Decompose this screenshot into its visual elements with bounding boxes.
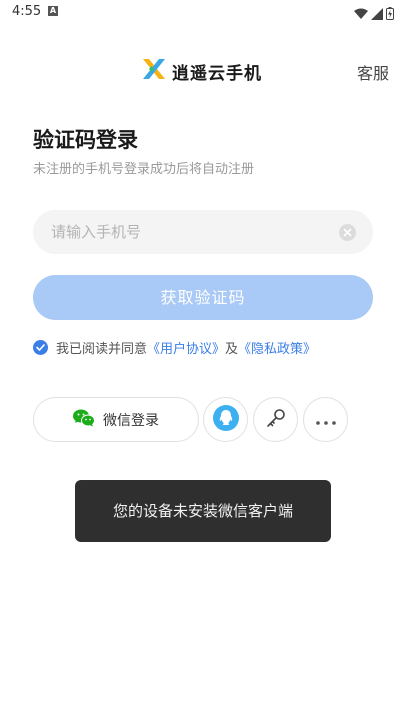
phone-input-container [33, 210, 373, 254]
password-login-button[interactable] [253, 397, 298, 442]
qq-icon [212, 404, 239, 435]
wechat-login-label: 微信登录 [103, 412, 159, 429]
user-agreement-link[interactable]: 《用户协议》 [147, 338, 225, 357]
status-icons [354, 5, 394, 24]
privacy-policy-link[interactable]: 《隐私政策》 [238, 338, 316, 357]
login-screen: 4:55 A 逍遥云手机 客服 验证码登录 未注册的手机号登录成功后将自动注册 … [0, 0, 406, 723]
app-name: 逍遥云手机 [172, 63, 262, 84]
brand: 逍遥云手机 [142, 58, 262, 84]
key-icon [265, 407, 287, 433]
get-code-button[interactable]: 获取验证码 [33, 275, 373, 320]
more-login-options-button[interactable] [303, 397, 348, 442]
page-title: 验证码登录 [33, 128, 138, 152]
signal-icon [371, 5, 383, 24]
wechat-login-button[interactable]: 微信登录 [33, 397, 199, 442]
x-logo-icon [142, 58, 166, 84]
toast-message: 您的设备未安装微信客户端 [75, 480, 331, 542]
agreement-and: 及 [225, 342, 239, 357]
agreement-prefix: 我已阅读并同意 [56, 342, 148, 357]
more-icon [315, 410, 336, 429]
phone-input[interactable] [51, 210, 331, 254]
qq-login-button[interactable] [203, 397, 248, 442]
battery-charging-icon [386, 5, 394, 24]
notification-icon: A [48, 6, 58, 16]
agreement-checkbox[interactable] [33, 340, 48, 355]
wechat-icon [73, 409, 95, 431]
clear-icon[interactable] [339, 224, 356, 241]
status-bar: 4:55 A [0, 0, 406, 24]
status-time: 4:55 [12, 4, 42, 19]
header: 逍遥云手机 客服 [0, 52, 406, 88]
wifi-icon [354, 5, 368, 24]
page-subtitle: 未注册的手机号登录成功后将自动注册 [33, 162, 255, 177]
customer-service-button[interactable]: 客服 [357, 60, 389, 84]
agreement-row: 我已阅读并同意 《用户协议》 及 《隐私政策》 [33, 338, 316, 357]
